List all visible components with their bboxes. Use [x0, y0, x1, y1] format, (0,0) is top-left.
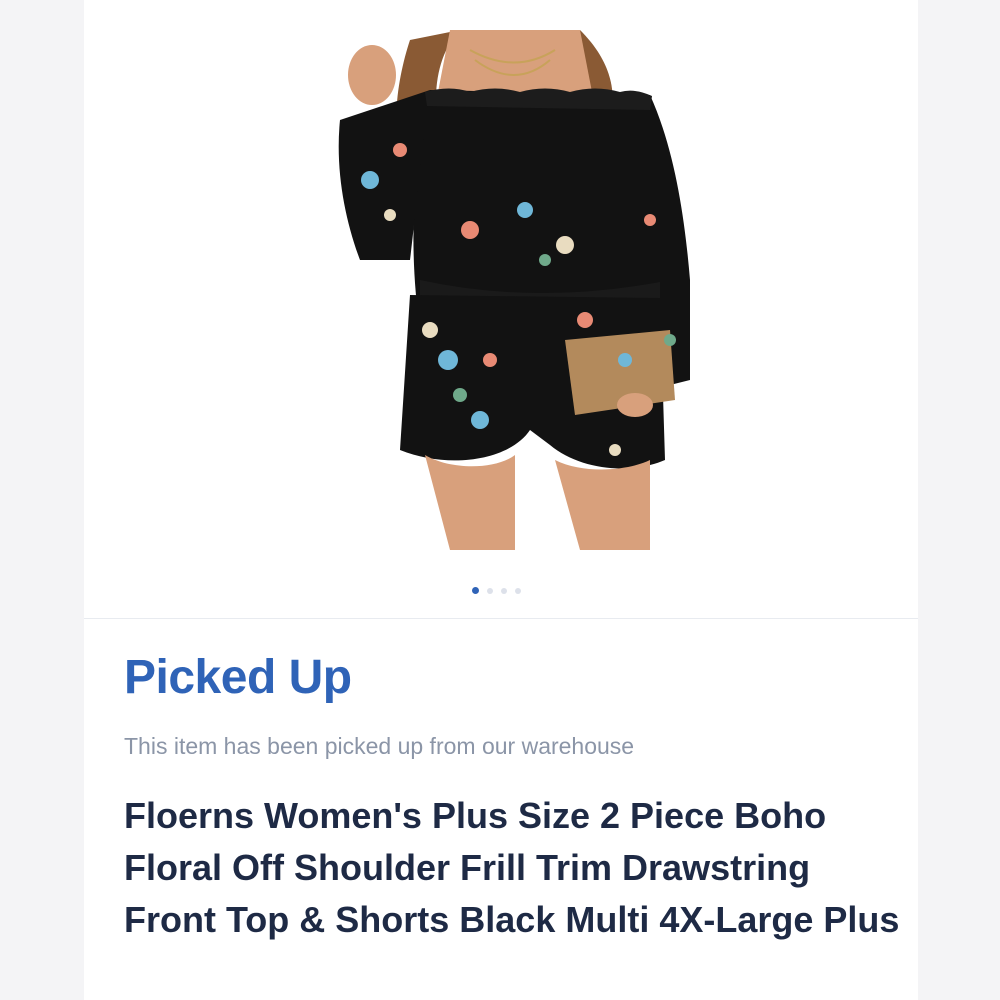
status-title: Picked Up — [124, 651, 352, 704]
carousel-dot-3[interactable] — [501, 587, 507, 594]
status-description: This item has been picked up from our wa… — [124, 733, 635, 759]
item-detail-card: Picked Up This item has been picked up f… — [84, 0, 918, 1000]
product-title: Floerns Women's Plus Size 2 Piece Boho F… — [124, 795, 900, 940]
page: Picked Up This item has been picked up f… — [0, 0, 1000, 1000]
product-image-carousel[interactable] — [84, 0, 918, 618]
section-divider — [84, 618, 918, 619]
product-photo[interactable] — [330, 30, 700, 550]
carousel-pagination[interactable] — [472, 587, 521, 594]
carousel-dot-1[interactable] — [472, 587, 479, 594]
carousel-dot-2[interactable] — [487, 587, 493, 594]
carousel-dot-4[interactable] — [515, 587, 521, 594]
